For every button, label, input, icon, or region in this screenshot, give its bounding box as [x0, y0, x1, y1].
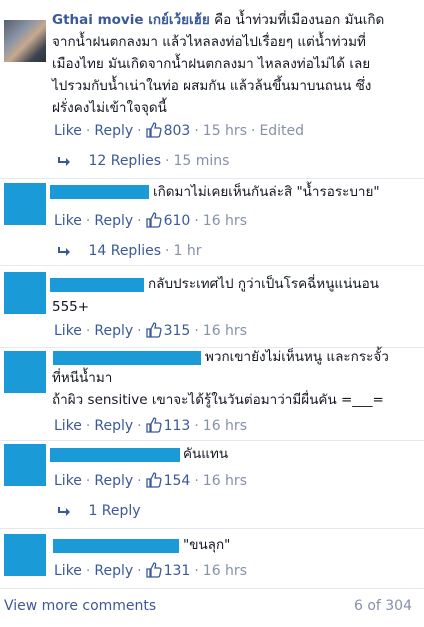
comment-text-line: จากน้ำฝนตกลงมา แล้วไหลลงท่อไปเรื่อยๆ แต่…	[52, 34, 366, 50]
like-count[interactable]: 803	[145, 122, 190, 139]
like-button[interactable]: Like	[54, 418, 82, 434]
redacted-author	[50, 278, 144, 292]
redacted-author	[50, 448, 180, 462]
comment-time[interactable]: 16 hrs	[203, 323, 247, 339]
comment-time[interactable]: 15 hrs	[203, 123, 247, 139]
replies-count: 1 Reply	[88, 503, 141, 519]
thumbs-up-icon	[145, 417, 162, 433]
comment-text-line: คือ น้ำท่วมที่เมืองนอก มันเกิด	[214, 12, 385, 28]
comment-text-line: เมืองไทย มันเกิดจากน้ำฝนตกลงมา ไหลลงท่อไ…	[52, 56, 371, 72]
like-count[interactable]: 315	[145, 322, 190, 339]
comment-count: 6 of 304	[353, 598, 412, 614]
comment-text: "ขนลุก"	[183, 537, 231, 553]
like-button[interactable]: Like	[54, 213, 82, 229]
like-count[interactable]: 610	[145, 212, 190, 229]
divider	[0, 178, 424, 179]
avatar[interactable]	[4, 444, 46, 486]
comment-actions: Like · Reply · 131 · 16 hrs	[54, 562, 247, 579]
avatar[interactable]	[4, 20, 46, 62]
comment-actions: Like · Reply · 610 · 16 hrs	[54, 212, 247, 229]
comment-text-line: ถ้าผิว sensitive เขาจะได้รู้ในวันต่อมาว่…	[52, 392, 384, 408]
like-count[interactable]: 154	[145, 472, 190, 489]
comment-text-line: กลับประเทศไป กูว่าเป็นโรคฉี่หนูแน่นอน	[148, 276, 379, 292]
replies-count: 14 Replies	[88, 243, 162, 259]
reply-button[interactable]: Reply	[94, 123, 133, 139]
replies-link[interactable]: 12 Replies · 15 mins	[58, 151, 229, 171]
redacted-author	[53, 539, 179, 553]
reply-arrow-icon	[58, 247, 70, 256]
divider	[0, 440, 424, 441]
like-button[interactable]: Like	[54, 123, 82, 139]
like-button[interactable]: Like	[54, 323, 82, 339]
comment-time[interactable]: 16 hrs	[203, 563, 247, 579]
avatar[interactable]	[4, 272, 46, 314]
comment-actions: Like · Reply · 154 · 16 hrs	[54, 472, 247, 489]
comment-text-line: ไปรวมกับน้ำเน่าในท่อ ผสมกัน แล้วล้นขึ้นม…	[52, 78, 372, 94]
comment-text-line: พวกเขายังไม่เห็นหนู และกระจั้ว	[205, 349, 389, 365]
comment-actions: Like · Reply · 113 · 16 hrs	[54, 417, 247, 434]
redacted-author	[53, 351, 201, 365]
avatar[interactable]	[4, 183, 46, 225]
thumbs-up-icon	[145, 122, 162, 138]
redacted-author	[50, 185, 149, 199]
thumbs-up-icon	[145, 322, 162, 338]
comment-text-line: 555+	[52, 299, 90, 315]
reply-arrow-icon	[58, 507, 70, 516]
like-count[interactable]: 113	[145, 417, 190, 434]
comment-actions: Like · Reply · 315 · 16 hrs	[54, 322, 247, 339]
comment-time[interactable]: 16 hrs	[203, 418, 247, 434]
replies-count: 12 Replies	[88, 153, 162, 169]
thumbs-up-icon	[145, 562, 162, 578]
replies-time: 15 mins	[173, 153, 230, 169]
comment-actions: Like · Reply · 803 · 15 hrs · Edited	[54, 122, 305, 139]
reply-button[interactable]: Reply	[94, 213, 133, 229]
reply-button[interactable]: Reply	[94, 323, 133, 339]
like-button[interactable]: Like	[54, 563, 82, 579]
comments-footer: View more comments 6 of 304	[0, 596, 424, 616]
comment-time[interactable]: 16 hrs	[203, 473, 247, 489]
view-more-comments-link[interactable]: View more comments	[4, 596, 156, 616]
replies-time: 1 hr	[173, 243, 202, 259]
divider	[0, 528, 424, 529]
thumbs-up-icon	[145, 212, 162, 228]
edited-label[interactable]: Edited	[259, 123, 304, 139]
like-count[interactable]: 131	[145, 562, 190, 579]
comment-text-line: ฝรั่งคงไม่เข้าใจจุดนี้	[52, 100, 167, 116]
reply-arrow-icon	[58, 157, 70, 166]
divider	[0, 588, 424, 589]
replies-link[interactable]: 14 Replies · 1 hr	[58, 241, 201, 261]
reply-button[interactable]: Reply	[94, 563, 133, 579]
comment-author[interactable]: Gthai movie เกย์เว้ยเฮ้ย	[52, 12, 210, 28]
replies-link[interactable]: 1 Reply	[58, 501, 141, 521]
like-button[interactable]: Like	[54, 473, 82, 489]
comment-text: คันแทน	[183, 446, 229, 462]
comment-text: เกิดมาไม่เคยเห็นกันล่ะสิ "น้ำรอระบาย"	[153, 184, 380, 200]
avatar[interactable]	[4, 534, 46, 576]
divider	[0, 265, 424, 266]
reply-button[interactable]: Reply	[94, 473, 133, 489]
thumbs-up-icon	[145, 472, 162, 488]
comment-text-line: ที่หนีน้ำมา	[52, 370, 113, 386]
comment-time[interactable]: 16 hrs	[203, 213, 247, 229]
avatar[interactable]	[4, 351, 46, 393]
reply-button[interactable]: Reply	[94, 418, 133, 434]
